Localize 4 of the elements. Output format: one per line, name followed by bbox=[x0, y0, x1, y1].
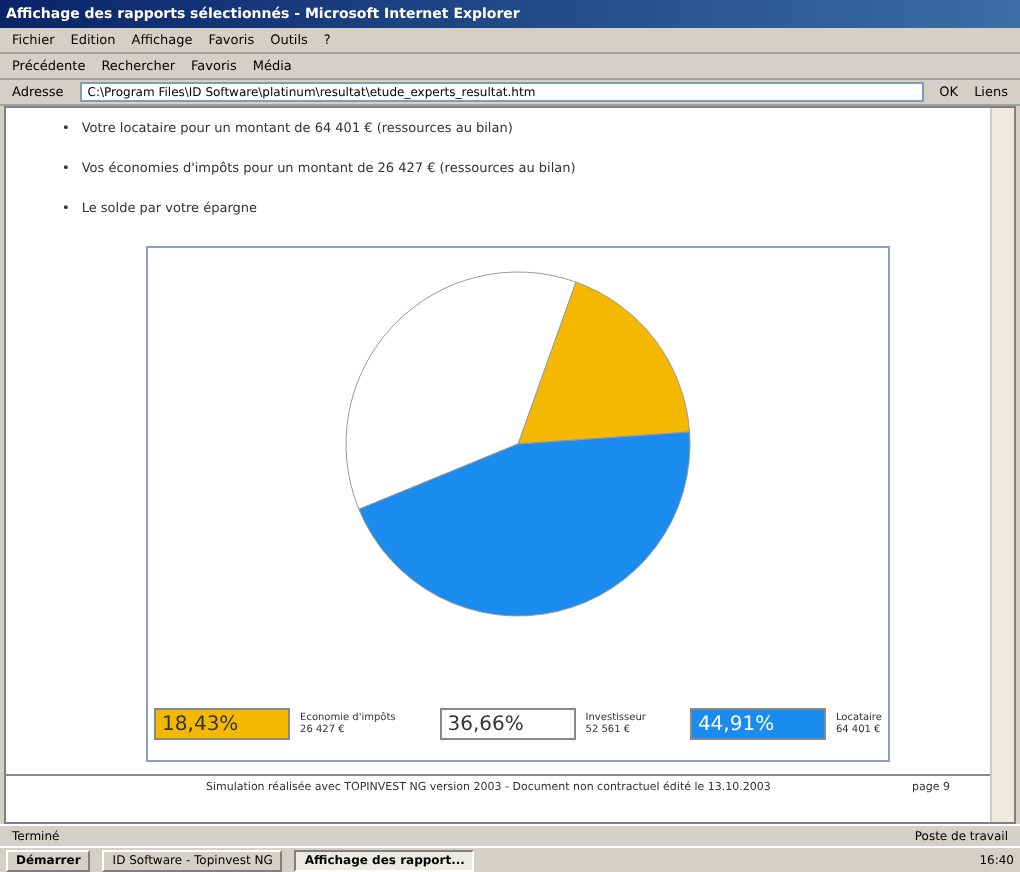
percent-label: 44,91% bbox=[689, 708, 826, 740]
percent-label: 18,43% bbox=[154, 708, 291, 740]
percent-label: 36,66% bbox=[439, 708, 576, 740]
scrollbar[interactable] bbox=[990, 108, 1014, 822]
